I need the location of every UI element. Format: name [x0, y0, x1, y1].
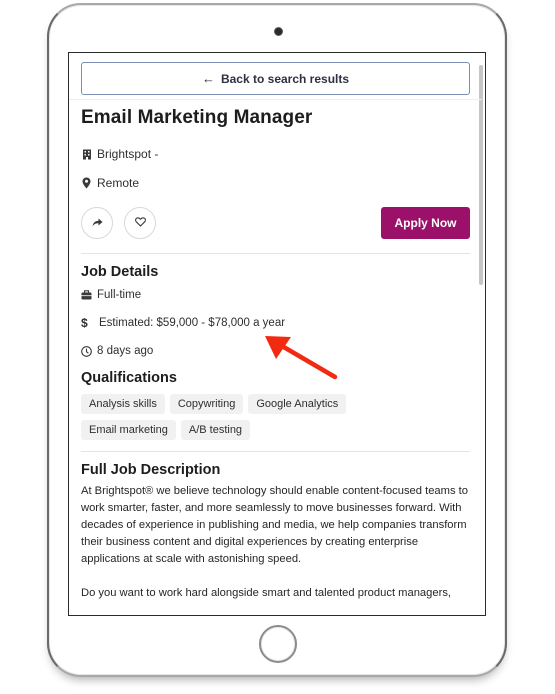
qualification-tag: Google Analytics: [248, 394, 347, 414]
description-paragraph: At Brightspot® we believe technology sho…: [81, 485, 468, 565]
back-button-label: Back to search results: [220, 71, 350, 86]
description-paragraph: Do you want to work hard alongside smart…: [81, 587, 452, 599]
dollar-icon: $: [81, 316, 88, 330]
posted-text: 8 days ago: [97, 345, 154, 357]
share-icon: [92, 214, 103, 232]
save-job-button[interactable]: [124, 207, 156, 239]
apply-now-button[interactable]: Apply Now: [381, 207, 470, 239]
job-type-row: Full-time: [81, 289, 470, 301]
company-name[interactable]: Brightspot -: [97, 147, 158, 161]
location-text: Remote: [97, 176, 140, 190]
home-button[interactable]: [259, 625, 297, 663]
camera-icon: [275, 28, 282, 35]
location-row: Remote: [81, 176, 470, 190]
qualification-tag: Copywriting: [169, 394, 244, 414]
briefcase-icon: [81, 289, 92, 301]
job-details-heading: Job Details: [81, 264, 159, 280]
annotation-arrow-icon: [265, 336, 338, 380]
full-description-heading: Full Job Description: [81, 462, 221, 478]
job-description: At Brightspot® we believe technology sho…: [81, 483, 473, 602]
qualification-tags: Analysis skills Copywriting Google Analy…: [81, 394, 381, 440]
action-bar: Apply Now: [81, 207, 470, 239]
map-pin-icon: [81, 177, 92, 189]
clock-icon: [81, 345, 92, 357]
salary-text: Estimated: $59,000 - $78,000 a year: [99, 317, 286, 329]
qualification-tag: Email marketing: [81, 420, 176, 440]
heart-icon: [134, 214, 146, 232]
divider: [69, 99, 482, 100]
scrollbar[interactable]: [479, 65, 483, 285]
qualification-tag: A/B testing: [180, 420, 251, 440]
job-type-text: Full-time: [97, 289, 142, 301]
job-title: Email Marketing Manager: [81, 107, 313, 128]
company-row: Brightspot -: [81, 147, 470, 161]
divider: [81, 451, 470, 452]
arrow-left-icon: ←: [201, 71, 215, 86]
building-icon: [81, 148, 92, 160]
salary-row: $ Estimated: $59,000 - $78,000 a year: [81, 316, 470, 330]
qualification-tag: Analysis skills: [81, 394, 165, 414]
divider: [81, 253, 470, 254]
job-detail-panel: ← Back to search results Email Marketing…: [69, 62, 482, 602]
back-to-search-button[interactable]: ← Back to search results: [81, 62, 470, 95]
share-button[interactable]: [81, 207, 113, 239]
